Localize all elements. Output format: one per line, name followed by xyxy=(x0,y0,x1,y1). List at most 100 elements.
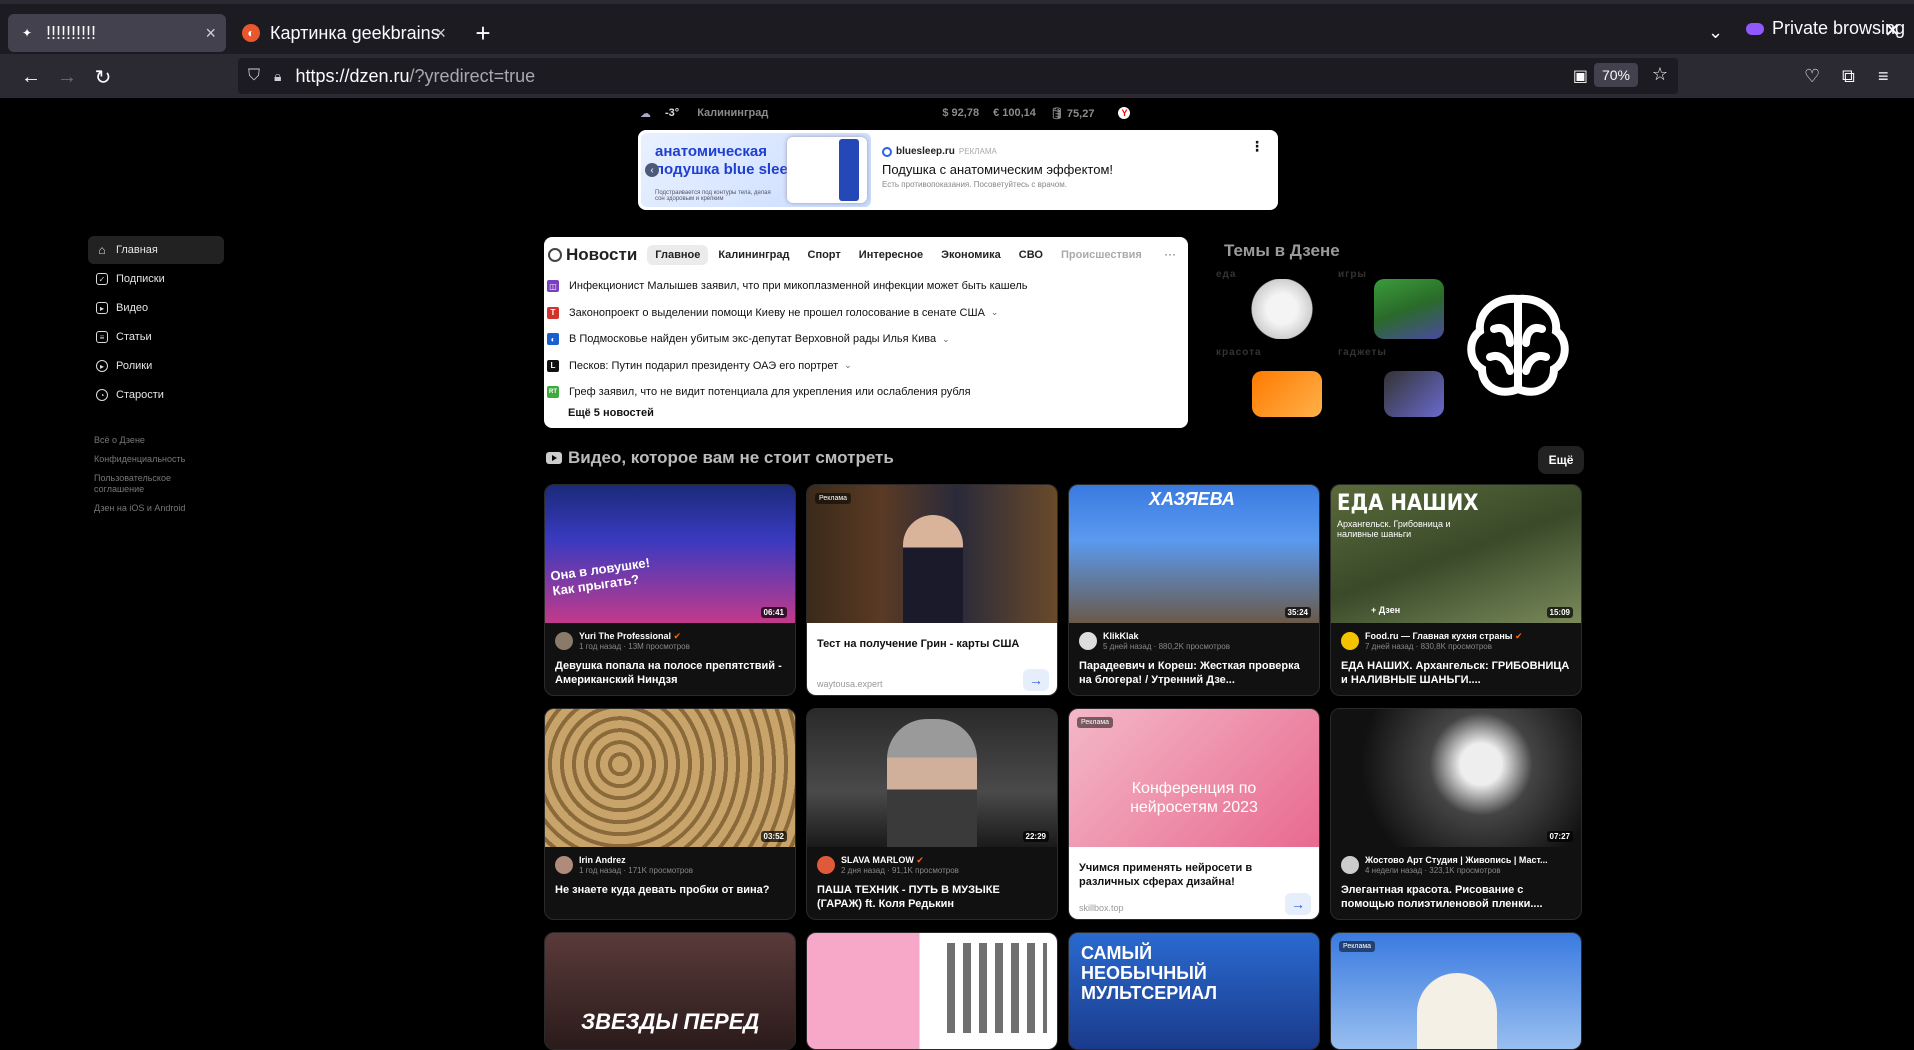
news-item[interactable]: ◐ В Подмосковье найден убитым экс-депута… xyxy=(544,326,1188,353)
news-tab-economy[interactable]: Экономика xyxy=(933,245,1009,265)
arrow-right-icon[interactable]: → xyxy=(1023,669,1049,691)
sidebar-item-video[interactable]: ▸ Видео xyxy=(88,294,224,322)
video-title[interactable]: Не знаете куда девать пробки от вина? xyxy=(555,883,785,897)
avatar[interactable] xyxy=(555,856,573,874)
ad-banner[interactable]: анатомическая подушка blue sleep Подстраи… xyxy=(638,130,1278,210)
extensions-icon[interactable]: ⧉ xyxy=(1842,66,1855,87)
arrow-right-icon[interactable]: → xyxy=(1285,893,1311,915)
news-tab-main[interactable]: Главное xyxy=(647,245,709,265)
brain-logo-image[interactable] xyxy=(1454,269,1582,419)
news-tab-interesting[interactable]: Интересное xyxy=(851,245,931,265)
theme-food[interactable]: еда xyxy=(1216,269,1326,339)
news-item[interactable]: RT Греф заявил, что не видит потенциала … xyxy=(544,379,1188,406)
city[interactable]: Калининград xyxy=(697,107,768,119)
banner-prev-icon[interactable]: ‹ xyxy=(645,163,659,177)
ad-source[interactable]: waytousa.expert xyxy=(817,679,883,689)
sidebar-item-home[interactable]: ⌂ Главная xyxy=(88,236,224,264)
sidebar-item-shorts[interactable]: ▸ Ролики xyxy=(88,352,224,380)
theme-gadgets[interactable]: гаджеты xyxy=(1338,347,1448,417)
ad-title[interactable]: Учимся применять нейросети в различных с… xyxy=(1079,861,1305,889)
news-tab-svo[interactable]: СВО xyxy=(1011,245,1051,265)
channel-name[interactable]: KlikKlak xyxy=(1103,631,1311,641)
video-card[interactable]: Она в ловушке! Как прыгать? 06:41 Yuri T… xyxy=(544,484,796,696)
link-apps[interactable]: Дзен на iOS и Android xyxy=(94,503,224,514)
pocket-icon[interactable]: ♡ xyxy=(1804,66,1820,87)
video-card[interactable]: ХАЗЯЕВА 35:24 KlikKlak 5 дней назад · 88… xyxy=(1068,484,1320,696)
ad-card[interactable]: Реклама Тест на получение Грин - карты С… xyxy=(806,484,1058,696)
tab-active[interactable]: ✦ !!!!!!!!!! × xyxy=(8,14,226,52)
tab-geekbrains[interactable]: ◐ Картинка geekbrains × xyxy=(232,14,456,52)
list-all-tabs-icon[interactable]: ⌄ xyxy=(1708,22,1723,43)
chevron-down-icon[interactable]: ⌄ xyxy=(942,334,950,345)
ad-card[interactable]: Реклама xyxy=(1330,932,1582,1050)
avatar[interactable] xyxy=(1341,632,1359,650)
tab-close-icon[interactable]: × xyxy=(435,23,446,44)
rate-oil[interactable]: 🛢 75,27 xyxy=(1050,107,1095,120)
ad-title[interactable]: Тест на получение Грин - карты США xyxy=(817,637,1043,651)
link-terms[interactable]: Пользовательское соглашение xyxy=(94,473,184,495)
news-item[interactable]: L Песков: Путин подарил президенту ОАЭ е… xyxy=(544,353,1188,380)
video-section-more-button[interactable]: Ещё xyxy=(1538,446,1584,474)
news-item[interactable]: ◫ Инфекционист Малышев заявил, что при м… xyxy=(544,273,1188,300)
theme-games[interactable]: игры xyxy=(1338,269,1448,339)
theme-beauty[interactable]: красота xyxy=(1216,347,1326,417)
video-title[interactable]: Парадеевич и Кореш: Жесткая проверка на … xyxy=(1079,659,1309,687)
bookmark-star-icon[interactable]: ☆ xyxy=(1652,64,1668,85)
news-item[interactable]: T Законопроект о выделении помощи Киеву … xyxy=(544,300,1188,327)
reload-button[interactable]: ↻ xyxy=(88,62,118,92)
avatar[interactable] xyxy=(1079,632,1097,650)
video-section-title[interactable]: Видео, которое вам не стоит смотреть xyxy=(568,448,894,468)
lock-icon[interactable]: 🔒︎ xyxy=(274,68,281,85)
video-card[interactable]: САМЫЙ НЕОБЫЧНЫЙ МУЛЬТСЕРИАЛ xyxy=(1068,932,1320,1050)
rate-usd[interactable]: $ 92,78 xyxy=(942,107,979,120)
video-title[interactable]: Девушка попала на полосе препятствий - А… xyxy=(555,659,785,687)
yandex-logo-icon[interactable]: Y xyxy=(1118,107,1131,119)
sidebar-item-articles[interactable]: ≡ Статьи xyxy=(88,323,224,351)
news-title[interactable]: Новости xyxy=(566,245,637,265)
tab-close-icon[interactable]: × xyxy=(205,23,216,44)
avatar[interactable] xyxy=(555,632,573,650)
channel-name[interactable]: Yuri The Professional ✔ xyxy=(579,631,787,642)
video-card[interactable]: 07:27 Жостово Арт Студия | Живопись | Ма… xyxy=(1330,708,1582,920)
video-title[interactable]: Элегантная красота. Рисование с помощью … xyxy=(1341,883,1571,911)
chevron-down-icon[interactable]: ⌄ xyxy=(844,360,852,371)
news-more-link[interactable]: Ещё 5 новостей xyxy=(568,407,654,419)
avatar[interactable] xyxy=(817,856,835,874)
banner-more-icon[interactable]: ⋮ xyxy=(1250,138,1264,155)
news-tab-sport[interactable]: Спорт xyxy=(800,245,849,265)
zoom-level[interactable]: 70% xyxy=(1593,63,1638,87)
channel-name[interactable]: Food.ru — Главная кухня страны ✔ xyxy=(1365,631,1573,642)
channel-name[interactable]: SLAVA MARLOW ✔ xyxy=(841,855,1049,866)
link-privacy[interactable]: Конфиденциальность xyxy=(94,454,224,465)
sidebar-item-subscriptions[interactable]: ✓ Подписки xyxy=(88,265,224,293)
channel-name[interactable]: Жостово Арт Студия | Живопись | Маст... xyxy=(1365,855,1573,865)
news-more-icon[interactable]: ··· xyxy=(1164,247,1176,261)
banner-title[interactable]: Подушка с анатомическим эффектом! xyxy=(882,162,1113,177)
video-card[interactable]: ЗВЕЗДЫ ПЕРЕД xyxy=(544,932,796,1050)
back-button[interactable]: ← xyxy=(16,62,46,92)
video-title[interactable]: ПАША ТЕХНИК - ПУТЬ В МУЗЫКЕ (ГАРАЖ) ft. … xyxy=(817,883,1047,911)
sidebar-item-oldies[interactable]: ◔ Старости xyxy=(88,381,224,409)
video-card[interactable]: 22:29 SLAVA MARLOW ✔ 2 дня назад · 91,1K… xyxy=(806,708,1058,920)
news-tab-city[interactable]: Калининград xyxy=(710,245,797,265)
tracking-shield-icon[interactable]: ⛉ xyxy=(248,67,260,85)
forward-button[interactable]: → xyxy=(52,62,82,92)
news-tab-incidents[interactable]: Происшествия xyxy=(1053,245,1150,265)
url-text[interactable]: https://dzen.ru/?yredirect=true xyxy=(295,66,535,87)
chevron-down-icon[interactable]: ⌄ xyxy=(991,307,999,318)
new-tab-button[interactable]: + xyxy=(466,16,500,50)
avatar[interactable] xyxy=(1341,856,1359,874)
link-about[interactable]: Всё о Дзене xyxy=(94,435,224,446)
ad-card[interactable]: Конференция по нейросетям 2023 Реклама У… xyxy=(1068,708,1320,920)
ad-source[interactable]: skillbox.top xyxy=(1079,903,1124,913)
reader-view-icon[interactable]: ▣ xyxy=(1573,66,1588,86)
video-card[interactable] xyxy=(806,932,1058,1050)
url-bar[interactable]: ⛉ 🔒︎ https://dzen.ru/?yredirect=true ▣ 7… xyxy=(238,58,1678,94)
video-card[interactable]: ЕДА НАШИХ Архангельск. Грибовница и нали… xyxy=(1330,484,1582,696)
menu-icon[interactable]: ≡ xyxy=(1878,66,1889,87)
video-card[interactable]: 03:52 Irin Andrez 1 год назад · 171K про… xyxy=(544,708,796,920)
channel-name[interactable]: Irin Andrez xyxy=(579,855,787,865)
rate-eur[interactable]: € 100,14 xyxy=(993,107,1036,120)
window-close-icon[interactable]: ✕ xyxy=(1884,18,1901,43)
video-title[interactable]: ЕДА НАШИХ. Архангельск: ГРИБОВНИЦА и НАЛ… xyxy=(1341,659,1571,687)
